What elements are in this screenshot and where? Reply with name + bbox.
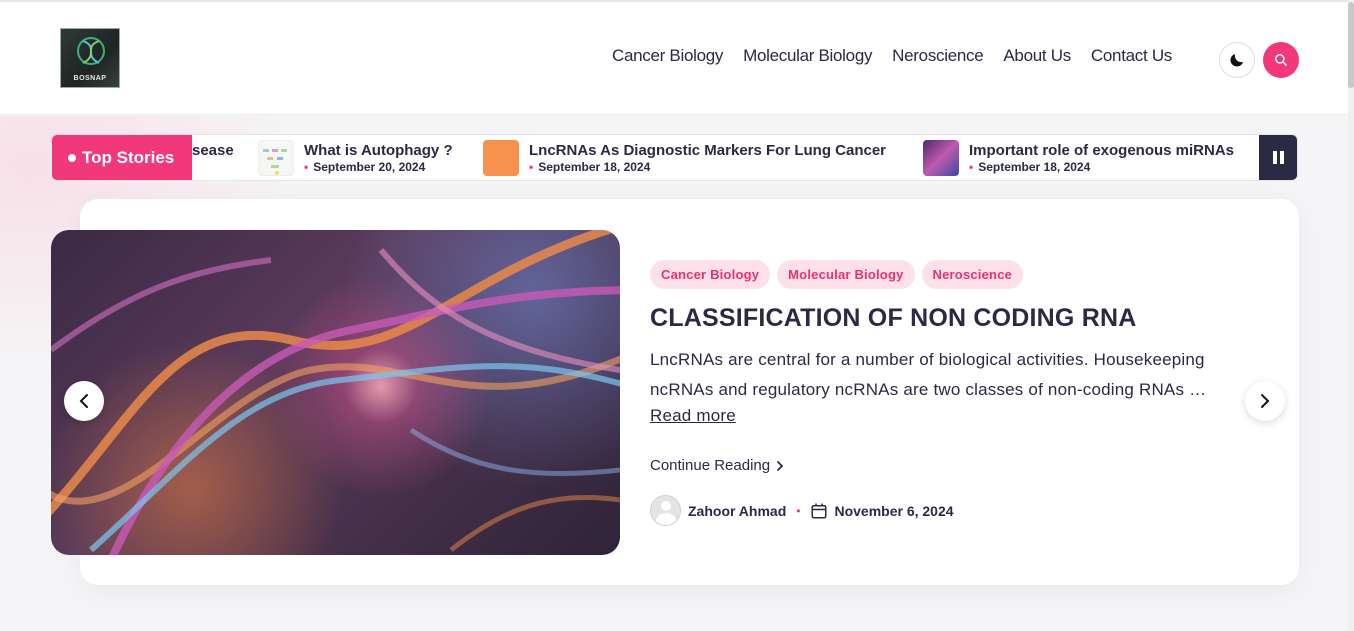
featured-post-title[interactable]: CLASSIFICATION OF NON CODING RNA: [650, 304, 1136, 333]
continue-reading-label: Continue Reading: [650, 457, 771, 474]
chevron-left-icon: [79, 394, 88, 408]
featured-post-image[interactable]: [51, 230, 620, 555]
story-date: September 18, 2024: [969, 160, 1234, 174]
top-stories-ticker: Top Stories sease What is Autophagy ? Se…: [51, 134, 1298, 181]
calendar-icon: [810, 502, 828, 520]
post-meta: Zahoor Ahmad • November 6, 2024: [650, 495, 954, 526]
category-tag-cancer-biology[interactable]: Cancer Biology: [650, 260, 771, 289]
post-date[interactable]: November 6, 2024: [834, 503, 953, 519]
author-name[interactable]: Zahoor Ahmad: [688, 503, 786, 519]
ticker-story[interactable]: LncRNAs As Diagnostic Markers For Lung C…: [483, 140, 886, 176]
ticker-partial-title[interactable]: sease: [192, 142, 234, 159]
story-title: Important role of exogenous miRNAs: [969, 142, 1235, 159]
scrollbar-thumb[interactable]: [1348, 2, 1354, 88]
author-avatar[interactable]: [650, 495, 681, 526]
search-button[interactable]: [1263, 42, 1299, 78]
category-tag-molecular-biology[interactable]: Molecular Biology: [777, 260, 915, 289]
slider-prev-button[interactable]: [64, 381, 104, 421]
theme-toggle-button[interactable]: [1219, 42, 1255, 78]
story-date: September 20, 2024: [304, 160, 453, 174]
meta-separator: •: [796, 503, 801, 518]
story-date: September 18, 2024: [529, 160, 886, 174]
moon-icon: [1230, 54, 1243, 67]
nav-neroscience[interactable]: Neroscience: [892, 46, 984, 66]
page-scrollbar[interactable]: [1348, 0, 1354, 631]
story-thumbnail: [483, 140, 519, 176]
top-stories-label: Top Stories: [52, 135, 192, 180]
read-more-link[interactable]: Read more: [650, 406, 736, 426]
main-nav: Cancer Biology Molecular Biology Nerosci…: [612, 46, 1172, 66]
logo-text: BOSNAP: [73, 75, 107, 82]
pause-icon: [1272, 151, 1277, 164]
story-thumbnail: [258, 140, 294, 176]
story-thumbnail: [923, 140, 959, 176]
chevron-right-icon: [777, 460, 784, 471]
logo-dna-icon: [77, 37, 105, 65]
nav-about-us[interactable]: About Us: [1003, 46, 1071, 66]
category-tags: Cancer Biology Molecular Biology Nerosci…: [650, 260, 1024, 289]
ticker-pause-button[interactable]: [1259, 135, 1297, 180]
category-tag-neroscience[interactable]: Neroscience: [921, 260, 1024, 289]
ticker-track: sease What is Autophagy ? September 20, …: [192, 135, 1259, 180]
ticker-story[interactable]: Important role of exogenous miRNAs Septe…: [923, 140, 1234, 176]
dna-helix-illustration: [51, 230, 620, 555]
search-icon: [1275, 54, 1287, 66]
autophagy-diagram-icon: [263, 149, 287, 175]
nav-molecular-biology[interactable]: Molecular Biology: [743, 46, 872, 66]
site-logo[interactable]: BOSNAP: [60, 28, 120, 88]
story-title: What is Autophagy ?: [304, 142, 453, 159]
live-dot-icon: [68, 153, 76, 162]
featured-post-excerpt: LncRNAs are central for a number of biol…: [650, 350, 1207, 399]
chevron-right-icon: [1261, 394, 1270, 408]
nav-contact-us[interactable]: Contact Us: [1091, 46, 1172, 66]
continue-reading-link[interactable]: Continue Reading: [650, 457, 784, 474]
site-header: BOSNAP Cancer Biology Molecular Biology …: [0, 2, 1348, 115]
nav-cancer-biology[interactable]: Cancer Biology: [612, 46, 723, 66]
story-title: LncRNAs As Diagnostic Markers For Lung C…: [529, 142, 887, 159]
ticker-story[interactable]: What is Autophagy ? September 20, 2024: [258, 140, 453, 176]
